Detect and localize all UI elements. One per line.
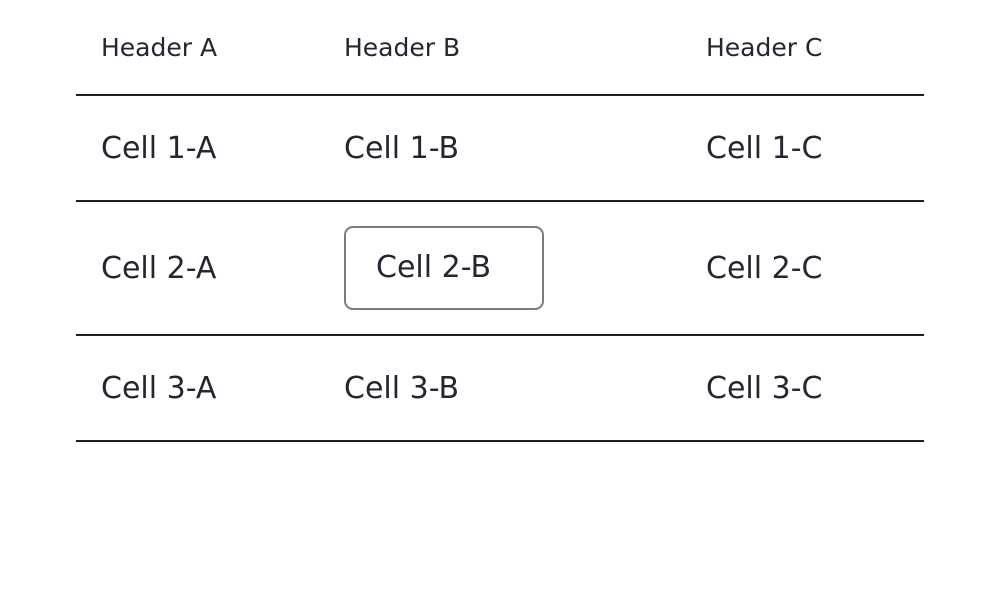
table-row: Cell 1-A Cell 1-B Cell 1-C [76,95,924,202]
table-cell[interactable]: Cell 2-C [681,201,924,336]
table-body: Cell 1-A Cell 1-B Cell 1-C Cell 2-A Cell… [76,95,924,442]
header-row: Header A Header B Header C [76,0,924,96]
table-cell[interactable]: Cell 1-A [76,95,319,202]
table-row: Cell 2-A Cell 2-B Cell 2-C [76,201,924,336]
table-row: Cell 3-A Cell 3-B Cell 3-C [76,335,924,442]
table-cell[interactable]: Cell 3-C [681,335,924,442]
column-header-a[interactable]: Header A [76,0,319,96]
data-table-container: Header A Header B Header C Cell 1-A Cell… [76,0,924,442]
table-cell[interactable]: Cell 1-C [681,95,924,202]
table-cell[interactable]: Cell 2-A [76,201,319,336]
table-cell[interactable]: Cell 1-B [319,95,681,202]
data-table: Header A Header B Header C Cell 1-A Cell… [76,0,924,442]
column-header-c[interactable]: Header C [681,0,924,96]
table-cell[interactable]: Cell 3-B [319,335,681,442]
table-cell-editing: Cell 2-B [319,201,681,336]
table-cell[interactable]: Cell 3-A [76,335,319,442]
column-header-b[interactable]: Header B [319,0,681,96]
cell-edit-input[interactable]: Cell 2-B [344,226,544,310]
table-header: Header A Header B Header C [76,0,924,96]
